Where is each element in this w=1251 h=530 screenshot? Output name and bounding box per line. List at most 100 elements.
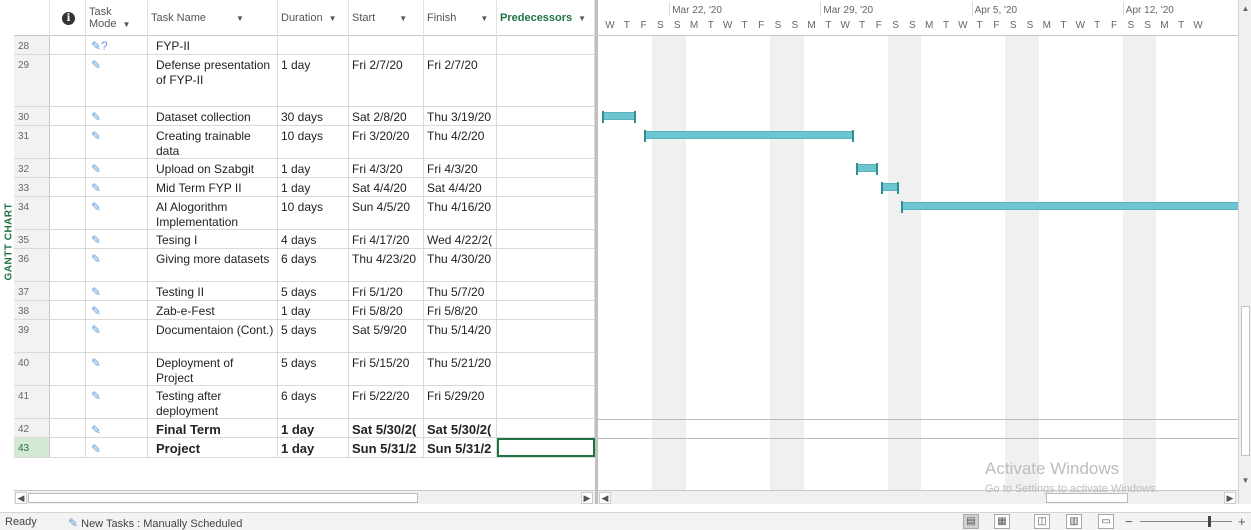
task-duration-cell[interactable]: 1 day xyxy=(278,55,349,106)
task-start-cell[interactable]: Sat 5/30/2( xyxy=(349,419,424,437)
gantt-bar[interactable] xyxy=(901,201,1238,213)
task-predecessors-cell[interactable] xyxy=(497,230,595,248)
task-mode-cell[interactable]: ✎ xyxy=(86,353,148,385)
indicator-cell[interactable] xyxy=(50,386,86,418)
gantt-bar[interactable] xyxy=(602,111,636,123)
task-mode-cell[interactable]: ✎ xyxy=(86,159,148,177)
task-start-cell[interactable]: Fri 5/1/20 xyxy=(349,282,424,300)
task-row[interactable]: 36 ✎ Giving more datasets 6 days Thu 4/23/20… xyxy=(14,249,595,282)
task-mode-cell[interactable]: ✎ xyxy=(86,55,148,106)
task-name-cell[interactable]: Defense presentation of FYP-II xyxy=(148,55,278,106)
task-duration-cell[interactable]: 10 days xyxy=(278,126,349,158)
indicator-cell[interactable] xyxy=(50,178,86,196)
task-predecessors-cell[interactable] xyxy=(497,301,595,319)
row-number[interactable]: 42 xyxy=(14,419,50,437)
zoom-slider-thumb[interactable] xyxy=(1208,516,1211,527)
indicator-cell[interactable] xyxy=(50,249,86,281)
vertical-scrollbar[interactable]: ▲ ▼ xyxy=(1238,0,1251,504)
task-mode-cell[interactable]: ✎ xyxy=(86,386,148,418)
task-duration-cell[interactable]: 10 days xyxy=(278,197,349,229)
indicator-cell[interactable] xyxy=(50,353,86,385)
row-number[interactable]: 28 xyxy=(14,36,50,54)
task-predecessors-cell[interactable] xyxy=(497,107,595,125)
resource-sheet-view-button[interactable]: ▥ xyxy=(1066,514,1082,529)
task-duration-cell[interactable]: 1 day xyxy=(278,159,349,177)
task-predecessors-cell[interactable] xyxy=(497,386,595,418)
task-start-cell[interactable]: Sun 5/31/2 xyxy=(349,438,424,457)
task-row[interactable]: 35 ✎ Tesing I4 days Fri 4/17/20 Wed 4/22/2( xyxy=(14,230,595,249)
task-mode-cell[interactable]: ✎ xyxy=(86,320,148,352)
task-finish-cell[interactable]: Fri 2/7/20 xyxy=(424,55,497,106)
chevron-down-icon[interactable]: ▼ xyxy=(236,14,244,23)
duration-column-header[interactable]: Duration ▼ xyxy=(278,0,349,36)
task-start-cell[interactable] xyxy=(349,36,424,54)
task-duration-cell[interactable]: 1 day xyxy=(278,178,349,196)
row-number[interactable]: 38 xyxy=(14,301,50,319)
task-name-cell[interactable]: Testing after deployment xyxy=(148,386,278,418)
indicator-cell[interactable] xyxy=(50,36,86,54)
task-start-cell[interactable]: Sat 2/8/20 xyxy=(349,107,424,125)
scroll-up-icon[interactable]: ▲ xyxy=(1240,2,1251,14)
task-finish-cell[interactable]: Thu 4/16/20 xyxy=(424,197,497,229)
task-predecessors-cell[interactable] xyxy=(497,353,595,385)
row-number[interactable]: 32 xyxy=(14,159,50,177)
row-number[interactable]: 39 xyxy=(14,320,50,352)
task-start-cell[interactable]: Fri 5/8/20 xyxy=(349,301,424,319)
task-finish-cell[interactable]: Sat 4/4/20 xyxy=(424,178,497,196)
task-duration-cell[interactable]: 30 days xyxy=(278,107,349,125)
row-number[interactable]: 33 xyxy=(14,178,50,196)
task-start-cell[interactable]: Sat 4/4/20 xyxy=(349,178,424,196)
task-finish-cell[interactable]: Thu 3/19/20 xyxy=(424,107,497,125)
gantt-view-button[interactable]: ▤ xyxy=(963,514,979,529)
task-mode-cell[interactable]: ✎ xyxy=(86,282,148,300)
task-finish-cell[interactable]: Thu 4/2/20 xyxy=(424,126,497,158)
chevron-down-icon[interactable]: ▼ xyxy=(123,20,131,29)
indicator-cell[interactable] xyxy=(50,301,86,319)
select-all-corner[interactable] xyxy=(14,0,50,36)
task-name-cell[interactable]: FYP-II xyxy=(148,36,278,54)
task-mode-cell[interactable]: ✎ xyxy=(86,178,148,196)
report-view-button[interactable]: ▭ xyxy=(1098,514,1114,529)
task-predecessors-cell[interactable] xyxy=(497,249,595,281)
task-name-cell[interactable]: Project submission xyxy=(148,438,278,457)
task-row[interactable]: 30 ✎ Dataset collection 30 days Sat 2/8/20 Th… xyxy=(14,107,595,126)
task-usage-view-button[interactable]: ▦ xyxy=(994,514,1010,529)
task-finish-cell[interactable] xyxy=(424,36,497,54)
row-number[interactable]: 30 xyxy=(14,107,50,125)
task-start-cell[interactable]: Fri 4/3/20 xyxy=(349,159,424,177)
zoom-out-icon[interactable]: − xyxy=(1125,514,1133,529)
task-duration-cell[interactable]: 1 day xyxy=(278,419,349,437)
task-name-cell[interactable]: Giving more datasets xyxy=(148,249,278,281)
scroll-left-icon[interactable]: ◀ xyxy=(15,492,27,504)
task-name-cell[interactable]: Dataset collection xyxy=(148,107,278,125)
scroll-down-icon[interactable]: ▼ xyxy=(1240,474,1251,486)
indicator-cell[interactable] xyxy=(50,107,86,125)
indicator-cell[interactable] xyxy=(50,197,86,229)
task-finish-cell[interactable]: Thu 5/14/20 xyxy=(424,320,497,352)
task-finish-cell[interactable]: Fri 5/8/20 xyxy=(424,301,497,319)
task-row[interactable]: 29 ✎ Defense presentation of FYP-II 1 day Fr… xyxy=(14,55,595,107)
task-name-column-header[interactable]: Task Name ▼ xyxy=(148,0,278,36)
indicator-cell[interactable] xyxy=(50,126,86,158)
task-start-cell[interactable]: Fri 5/15/20 xyxy=(349,353,424,385)
task-name-cell[interactable]: Tesing I xyxy=(148,230,278,248)
task-finish-cell[interactable]: Sun 5/31/2 xyxy=(424,438,497,457)
task-name-cell[interactable]: Deployment of Project xyxy=(148,353,278,385)
task-start-cell[interactable]: Fri 3/20/20 xyxy=(349,126,424,158)
vertical-scroll-thumb[interactable] xyxy=(1241,306,1250,456)
task-row[interactable]: 31 ✎ Creating trainable data 10 days Fri 3/2… xyxy=(14,126,595,159)
task-name-cell[interactable]: Documentaion (Cont.) xyxy=(148,320,278,352)
task-finish-cell[interactable]: Fri 5/29/20 xyxy=(424,386,497,418)
task-row[interactable]: 28 ✎? FYP-II xyxy=(14,36,595,55)
task-start-cell[interactable]: Fri 4/17/20 xyxy=(349,230,424,248)
zoom-slider-track[interactable] xyxy=(1140,521,1232,522)
indicator-cell[interactable] xyxy=(50,438,86,457)
task-finish-cell[interactable]: Sat 5/30/2( xyxy=(424,419,497,437)
task-duration-cell[interactable]: 5 days xyxy=(278,353,349,385)
task-row[interactable]: 32 ✎ Upload on Szabgit 1 day Fri 4/3/20 Fri 4… xyxy=(14,159,595,178)
row-number[interactable]: 29 xyxy=(14,55,50,106)
indicator-cell[interactable] xyxy=(50,320,86,352)
task-finish-cell[interactable]: Wed 4/22/2( xyxy=(424,230,497,248)
task-mode-cell[interactable]: ✎ xyxy=(86,301,148,319)
task-name-cell[interactable]: Final Term xyxy=(148,419,278,437)
